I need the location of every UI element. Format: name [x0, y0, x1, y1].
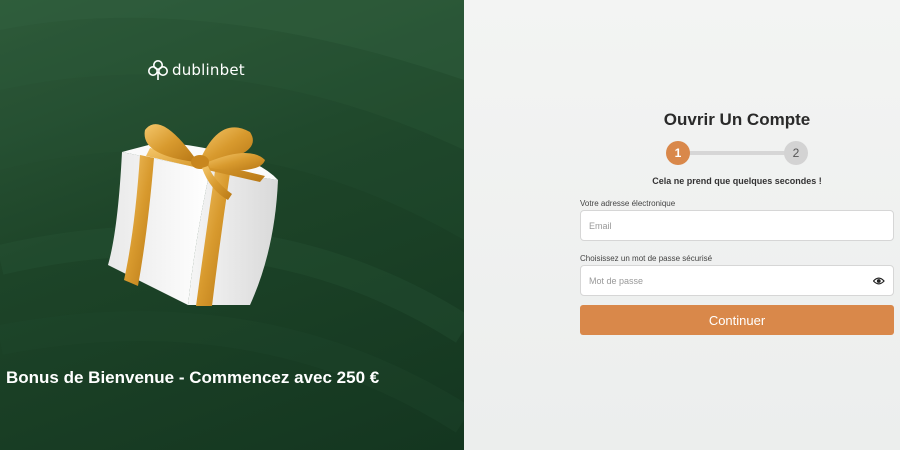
- form-title: Ouvrir Un Compte: [663, 110, 811, 129]
- password-field-container[interactable]: [580, 265, 894, 296]
- continue-button[interactable]: Continuer: [580, 305, 894, 335]
- password-input[interactable]: [589, 275, 874, 286]
- welcome-bonus-heading: Bonus de Bienvenue - Commencez avec 250 …: [6, 368, 380, 387]
- step-2-indicator: 2: [784, 141, 808, 165]
- form-subtitle: Cela ne prend que quelques secondes !: [652, 176, 822, 186]
- logo-text: dublinbet: [172, 61, 245, 79]
- email-label: Votre adresse électronique: [580, 199, 676, 208]
- promo-panel: dublinbet Bonus de Bienvenue - Commencez…: [0, 0, 464, 450]
- signup-stepper: 1 2: [666, 141, 810, 165]
- step-1-indicator: 1: [666, 141, 690, 165]
- gift-box-image: [108, 124, 278, 306]
- eye-icon[interactable]: [873, 276, 885, 286]
- email-input[interactable]: [589, 220, 885, 231]
- password-label: Choisissez un mot de passe sécurisé: [580, 254, 713, 263]
- email-field-container[interactable]: [580, 210, 894, 241]
- stepper-track: [678, 151, 796, 155]
- dublinbet-logo[interactable]: dublinbet: [148, 58, 245, 82]
- clover-icon: [148, 60, 168, 80]
